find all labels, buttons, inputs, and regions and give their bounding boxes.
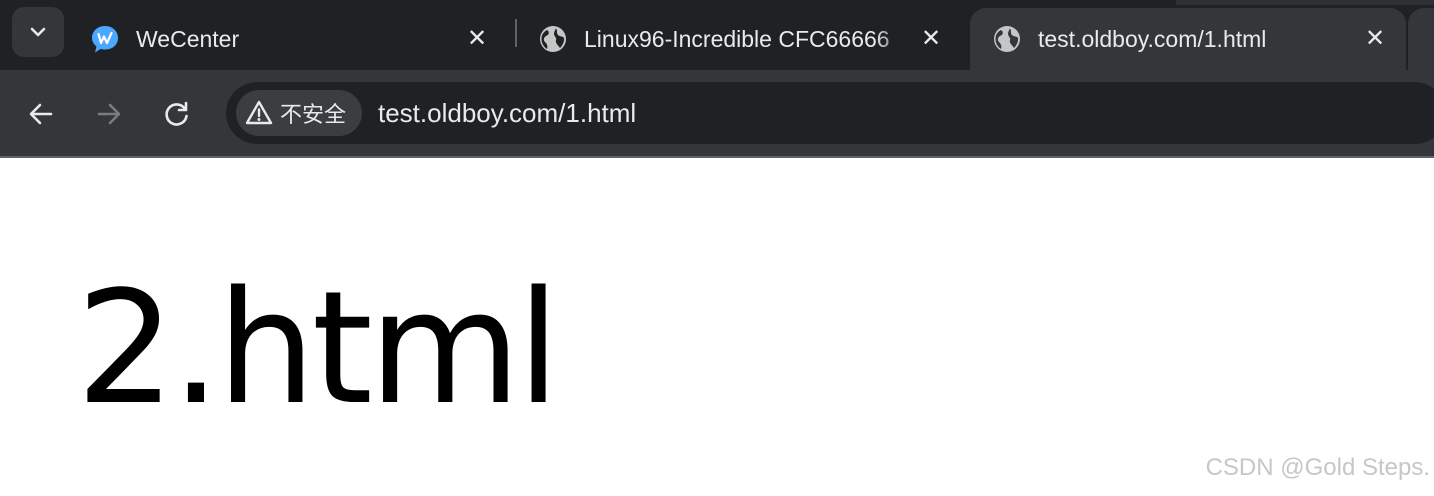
page-content: 2.html CSDN @Gold Steps.: [0, 158, 1434, 496]
security-label: 不安全: [280, 103, 347, 128]
back-button[interactable]: [18, 91, 64, 137]
tab-strip-edge: [1176, 0, 1434, 5]
tab-title: test.oldboy.com/1.html: [1038, 25, 1267, 52]
tab-title: Linux96-Incredible CFC66666: [584, 25, 890, 52]
browser-toolbar: 不安全 test.oldboy.com/1.html: [0, 70, 1434, 157]
tab-search-button[interactable]: [12, 7, 64, 57]
address-bar[interactable]: 不安全 test.oldboy.com/1.html: [226, 82, 1434, 144]
forward-button[interactable]: [86, 91, 132, 137]
reload-icon: [165, 101, 188, 126]
page-heading: 2.html: [76, 257, 560, 439]
tab-linux96[interactable]: Linux96-Incredible CFC66666 ✕: [516, 8, 962, 70]
tab-active-test-oldboy[interactable]: test.oldboy.com/1.html ✕: [970, 8, 1406, 70]
url-text[interactable]: test.oldboy.com/1.html: [378, 82, 636, 144]
globe-icon: [540, 26, 566, 52]
reload-button[interactable]: [154, 91, 200, 137]
globe-icon: [994, 26, 1020, 52]
arrow-left-icon: [29, 103, 53, 125]
tab-overflow[interactable]: [1408, 8, 1434, 70]
tab-close-button[interactable]: ✕: [460, 22, 494, 56]
warning-triangle-icon: [245, 100, 273, 125]
tab-wecenter[interactable]: WeCenter ✕: [68, 8, 508, 70]
security-chip[interactable]: 不安全: [236, 90, 362, 136]
tab-strip: WeCenter ✕ Linux96-Incredible CFC66666 ✕…: [0, 0, 1434, 70]
tab-close-button[interactable]: ✕: [914, 22, 948, 56]
tab-title: WeCenter: [136, 25, 240, 52]
watermark: CSDN @Gold Steps.: [1205, 454, 1430, 481]
wecenter-logo-icon: [92, 26, 118, 53]
tab-close-button[interactable]: ✕: [1358, 22, 1392, 56]
arrow-right-icon: [97, 103, 121, 125]
chevron-down-icon: [30, 27, 46, 37]
